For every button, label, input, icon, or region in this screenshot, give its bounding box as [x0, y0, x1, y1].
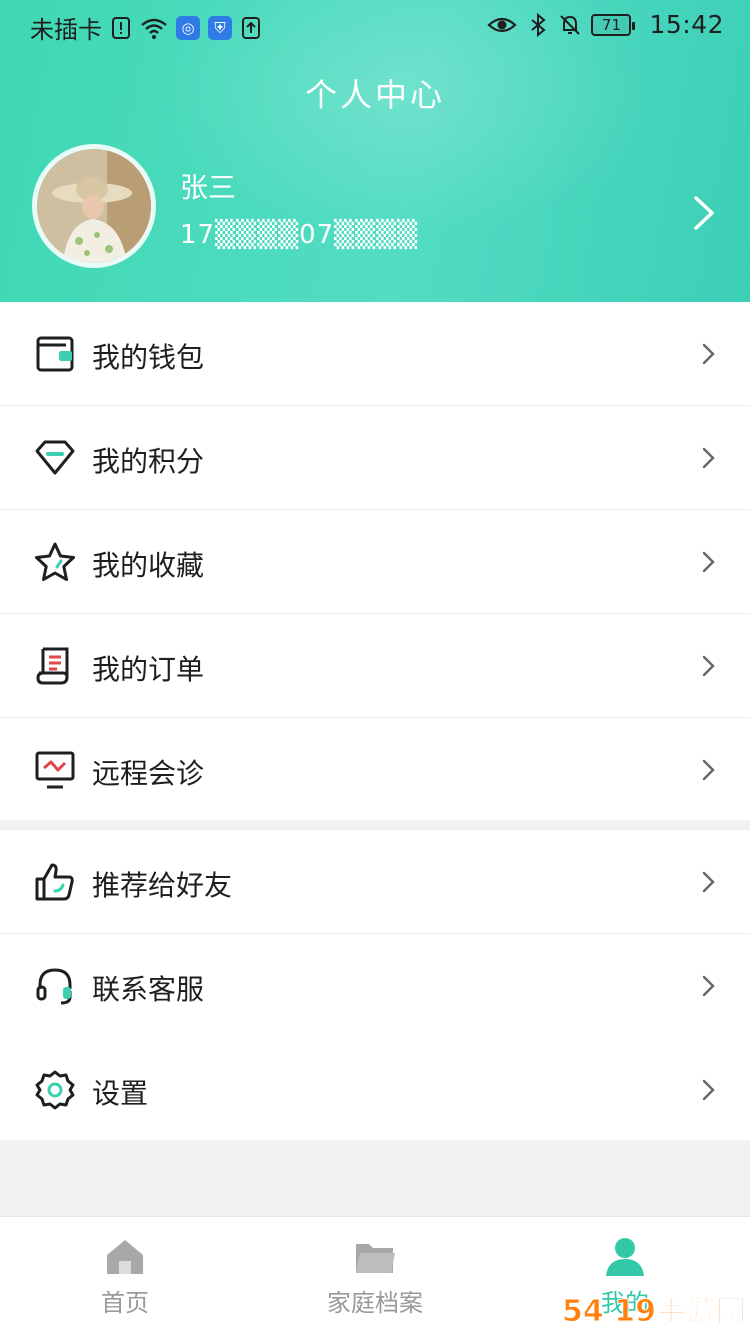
wifi-icon [141, 18, 167, 39]
status-bar-right: 71 15:42 [487, 10, 724, 39]
user-icon [606, 1238, 644, 1276]
chevron-right-icon [702, 1079, 715, 1101]
menu-item-orders[interactable]: 我的订单 [0, 614, 750, 718]
chevron-right-icon [702, 975, 715, 997]
battery-icon: 71 [591, 13, 636, 36]
gear-icon [35, 1070, 75, 1110]
menu-item-label: 联系客服 [92, 973, 205, 1006]
security-app-icon: ⛨ [208, 15, 232, 40]
menu-item-label: 设置 [92, 1077, 149, 1110]
star-icon [35, 542, 75, 581]
menu-item-label: 我的订单 [92, 653, 205, 686]
headset-icon [36, 968, 72, 1005]
profile-chevron-right-icon[interactable] [686, 194, 720, 232]
diamond-icon [35, 440, 75, 475]
menu-item-label: 远程会诊 [92, 757, 205, 790]
menu-item-favorites[interactable]: 我的收藏 [0, 510, 750, 614]
app-notification-icon: ◎ [176, 15, 200, 40]
menu-item-label: 推荐给好友 [92, 869, 233, 902]
menu-item-customer-service[interactable]: 联系客服 [0, 934, 750, 1038]
mute-bell-icon [560, 14, 581, 35]
tab-label: 首页 [101, 1289, 149, 1317]
chevron-right-icon [702, 447, 715, 469]
status-bar-left: 未插卡 ◎ ⛨ [30, 10, 262, 45]
avatar-photo-icon [37, 149, 151, 263]
menu-item-settings[interactable]: 设置 [0, 1038, 750, 1142]
order-receipt-icon [36, 647, 69, 685]
menu-item-label: 我的积分 [92, 445, 205, 478]
tab-label: 家庭档案 [327, 1289, 423, 1317]
monitor-consultation-icon [35, 751, 75, 789]
menu-item-recommend[interactable]: 推荐给好友 [0, 830, 750, 934]
watermark-logo: 54 19手游网 [562, 1294, 747, 1330]
avatar[interactable] [32, 144, 156, 268]
profile-header: 未插卡 ◎ ⛨ 71 15:42 个人中心 张三 17▒▒▒▒07▒▒▒▒ [0, 0, 750, 302]
menu-item-label: 我的收藏 [92, 549, 205, 582]
menu-item-label: 我的钱包 [92, 341, 205, 374]
chevron-right-icon [702, 551, 715, 573]
menu-item-remote-consultation[interactable]: 远程会诊 [0, 718, 750, 822]
home-icon [107, 1240, 143, 1274]
chevron-right-icon [702, 343, 715, 365]
user-name: 张三 [180, 171, 237, 204]
status-bar: 未插卡 ◎ ⛨ 71 15:42 [0, 0, 750, 52]
folder-icon [356, 1244, 395, 1273]
thumbs-up-icon [35, 863, 74, 901]
menu-group-primary: 我的钱包 我的积分 我的收藏 我的订单 远程会诊 [0, 302, 750, 820]
tab-home[interactable]: 首页 [0, 1217, 250, 1334]
bluetooth-icon [531, 12, 547, 37]
carrier-text: 未插卡 [30, 16, 102, 44]
clock-time: 15:42 [649, 10, 724, 39]
menu-item-wallet[interactable]: 我的钱包 [0, 302, 750, 406]
user-phone: 17▒▒▒▒07▒▒▒▒ [180, 220, 419, 250]
upload-notification-icon [242, 16, 260, 39]
chevron-right-icon [702, 655, 715, 677]
chevron-right-icon [702, 759, 715, 781]
page-title: 个人中心 [304, 76, 445, 114]
sim-alert-icon [112, 16, 130, 39]
eye-comfort-icon [487, 17, 518, 32]
wallet-icon [36, 336, 74, 372]
chevron-right-icon [702, 871, 715, 893]
menu-item-points[interactable]: 我的积分 [0, 406, 750, 510]
menu-group-secondary: 推荐给好友 联系客服 设置 [0, 830, 750, 1140]
bottom-tab-bar: 首页 家庭档案 我的 54 19手游网 [0, 1216, 750, 1334]
tab-family-records[interactable]: 家庭档案 [250, 1217, 500, 1334]
